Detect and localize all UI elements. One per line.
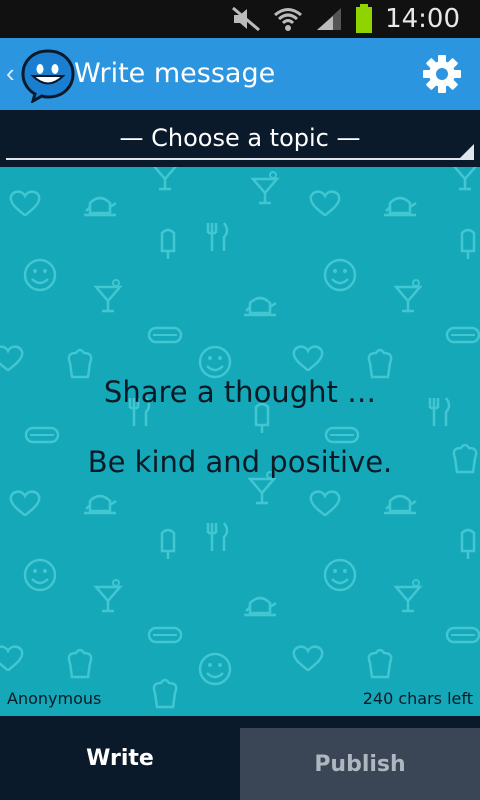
- pattern-icons: [0, 167, 480, 709]
- message-input-area[interactable]: Share a thought … Be kind and positive. …: [0, 167, 480, 716]
- bottom-tab-bar: Write Publish: [0, 716, 480, 800]
- spinner-underline: [6, 158, 474, 160]
- action-bar: ‹ Write message: [0, 38, 480, 110]
- status-icons: 14:00: [231, 0, 460, 38]
- signal-icon: [317, 8, 342, 30]
- wifi-icon: [274, 8, 303, 31]
- topic-spinner[interactable]: — Choose a topic —: [0, 110, 480, 167]
- battery-icon: [356, 4, 373, 33]
- status-bar: 14:00: [0, 0, 480, 38]
- doodle-pattern-background: [0, 167, 480, 709]
- author-label: Anonymous: [7, 689, 102, 708]
- hint-text-share: Share a thought …: [103, 375, 377, 409]
- tab-write[interactable]: Write: [0, 716, 240, 800]
- char-counter: 240 chars left: [362, 689, 473, 708]
- tab-publish[interactable]: Publish: [240, 728, 480, 800]
- hint-text-kind: Be kind and positive.: [87, 445, 393, 479]
- clock: 14:00: [385, 4, 460, 34]
- chevron-left-icon[interactable]: ‹: [6, 60, 15, 86]
- topic-label: — Choose a topic —: [119, 124, 361, 152]
- spinner-corner-icon: [458, 144, 474, 160]
- page-title: Write message: [74, 58, 276, 89]
- gear-icon[interactable]: [422, 54, 462, 94]
- smiley-chat-icon[interactable]: [20, 47, 76, 103]
- mute-icon: [232, 6, 261, 32]
